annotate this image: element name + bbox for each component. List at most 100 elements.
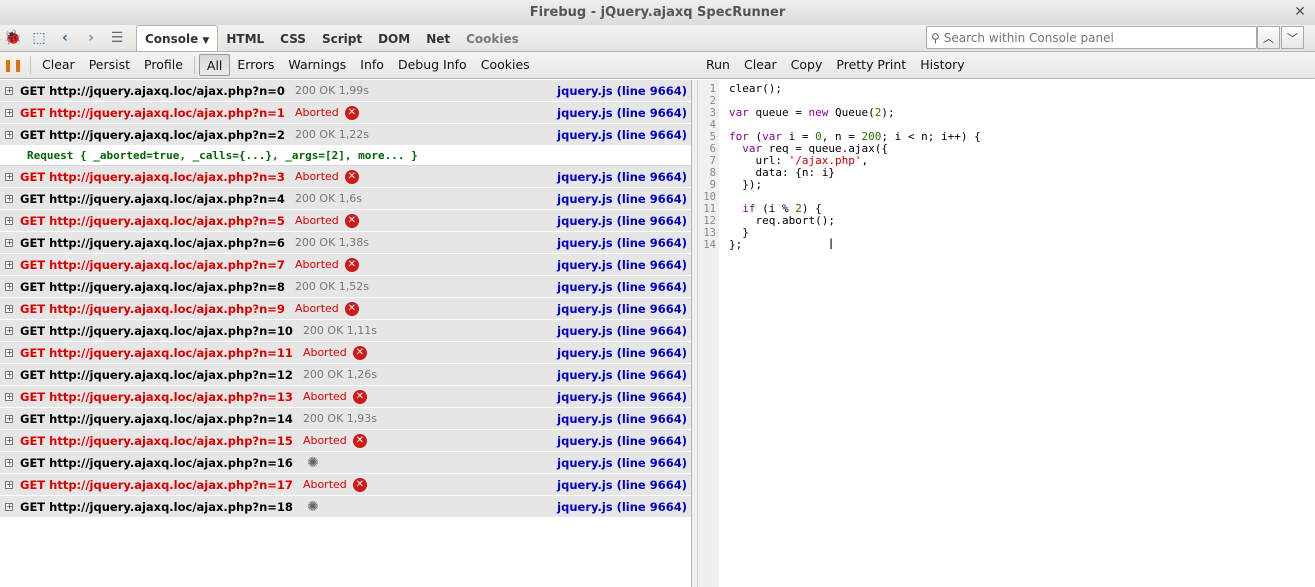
firebug-logo-icon[interactable]: 🐞: [0, 25, 26, 51]
run-button[interactable]: Run: [699, 54, 737, 76]
filter-info-button[interactable]: Info: [353, 54, 391, 76]
expand-toggle-icon[interactable]: +: [5, 348, 13, 357]
expand-toggle-icon[interactable]: +: [5, 458, 13, 467]
source-link[interactable]: jquery.js (line 9664): [557, 368, 687, 382]
console-row[interactable]: + GET http://jquery.ajaxq.loc/ajax.php?n=…: [0, 408, 691, 430]
console-row[interactable]: + GET http://jquery.ajaxq.loc/ajax.php?n=…: [0, 474, 691, 496]
request-url[interactable]: GET http://jquery.ajaxq.loc/ajax.php?n=0: [20, 84, 285, 98]
clear-button[interactable]: Clear: [35, 54, 82, 76]
expand-toggle-icon[interactable]: +: [5, 238, 13, 247]
break-on-errors-icon[interactable]: ❚❚: [0, 52, 26, 78]
expand-toggle-icon[interactable]: +: [5, 108, 13, 117]
tab-css[interactable]: CSS: [272, 27, 314, 51]
editor-clear-button[interactable]: Clear: [737, 54, 784, 76]
window-close-icon[interactable]: ✕: [1293, 5, 1307, 19]
search-prev-button[interactable]: ︿: [1257, 26, 1280, 49]
tab-dom[interactable]: DOM: [370, 27, 418, 51]
request-url[interactable]: GET http://jquery.ajaxq.loc/ajax.php?n=2: [20, 128, 285, 142]
history-button[interactable]: History: [913, 54, 971, 76]
console-row[interactable]: + GET http://jquery.ajaxq.loc/ajax.php?n=…: [0, 496, 691, 518]
source-link[interactable]: jquery.js (line 9664): [557, 500, 687, 514]
expand-toggle-icon[interactable]: +: [5, 392, 13, 401]
console-row[interactable]: + GET http://jquery.ajaxq.loc/ajax.php?n=…: [0, 166, 691, 188]
console-row[interactable]: + GET http://jquery.ajaxq.loc/ajax.php?n=…: [0, 452, 691, 474]
expand-toggle-icon[interactable]: +: [5, 502, 13, 511]
source-link[interactable]: jquery.js (line 9664): [557, 456, 687, 470]
code-area[interactable]: clear(); var queue = new Queue(2); for (…: [729, 83, 981, 251]
console-row[interactable]: + GET http://jquery.ajaxq.loc/ajax.php?n=…: [0, 254, 691, 276]
tab-html[interactable]: HTML: [218, 27, 272, 51]
command-editor[interactable]: 1 2 3 4 5 6 7 8 9 10 11 12 13 14 clear(); var queue =…: [698, 80, 1315, 587]
code-line[interactable]: req.abort();: [729, 215, 981, 227]
console-row[interactable]: + GET http://jquery.ajaxq.loc/ajax.php?n=…: [0, 232, 691, 254]
back-icon[interactable]: ‹: [52, 25, 78, 51]
request-url[interactable]: GET http://jquery.ajaxq.loc/ajax.php?n=3: [20, 170, 285, 184]
chevron-down-icon[interactable]: ▼: [202, 36, 209, 46]
expand-toggle-icon[interactable]: +: [5, 304, 13, 313]
request-url[interactable]: GET http://jquery.ajaxq.loc/ajax.php?n=5: [20, 214, 285, 228]
console-row[interactable]: + GET http://jquery.ajaxq.loc/ajax.php?n=…: [0, 102, 691, 124]
console-row[interactable]: + GET http://jquery.ajaxq.loc/ajax.php?n=…: [0, 320, 691, 342]
inspect-icon[interactable]: ⬚: [26, 25, 52, 51]
source-link[interactable]: jquery.js (line 9664): [557, 302, 687, 316]
console-row[interactable]: + GET http://jquery.ajaxq.loc/ajax.php?n=…: [0, 80, 691, 102]
expand-toggle-icon[interactable]: +: [5, 172, 13, 181]
filter-errors-button[interactable]: Errors: [230, 54, 281, 76]
console-row[interactable]: + GET http://jquery.ajaxq.loc/ajax.php?n=…: [0, 430, 691, 452]
request-url[interactable]: GET http://jquery.ajaxq.loc/ajax.php?n=1…: [20, 346, 293, 360]
source-link[interactable]: jquery.js (line 9664): [557, 170, 687, 184]
console-row[interactable]: + GET http://jquery.ajaxq.loc/ajax.php?n=…: [0, 210, 691, 232]
request-url[interactable]: GET http://jquery.ajaxq.loc/ajax.php?n=1: [20, 106, 285, 120]
request-url[interactable]: GET http://jquery.ajaxq.loc/ajax.php?n=1…: [20, 390, 293, 404]
source-link[interactable]: jquery.js (line 9664): [557, 390, 687, 404]
source-link[interactable]: jquery.js (line 9664): [557, 280, 687, 294]
command-line-icon[interactable]: ☰: [104, 25, 130, 51]
tab-cookies[interactable]: Cookies: [458, 27, 527, 51]
filter-all-button[interactable]: All: [198, 54, 231, 76]
source-link[interactable]: jquery.js (line 9664): [557, 434, 687, 448]
console-row[interactable]: + GET http://jquery.ajaxq.loc/ajax.php?n=…: [0, 124, 691, 146]
source-link[interactable]: jquery.js (line 9664): [557, 236, 687, 250]
filter-warnings-button[interactable]: Warnings: [281, 54, 353, 76]
request-url[interactable]: GET http://jquery.ajaxq.loc/ajax.php?n=9: [20, 302, 285, 316]
request-url[interactable]: GET http://jquery.ajaxq.loc/ajax.php?n=1…: [20, 434, 293, 448]
request-url[interactable]: GET http://jquery.ajaxq.loc/ajax.php?n=1…: [20, 500, 293, 514]
expand-toggle-icon[interactable]: +: [5, 370, 13, 379]
source-link[interactable]: jquery.js (line 9664): [557, 84, 687, 98]
search-input[interactable]: [943, 30, 1244, 45]
request-url[interactable]: GET http://jquery.ajaxq.loc/ajax.php?n=1…: [20, 412, 293, 426]
code-line[interactable]: data: {n: i}: [729, 167, 981, 179]
expand-toggle-icon[interactable]: +: [5, 282, 13, 291]
request-object-detail[interactable]: Request { _aborted=true, _calls={...}, _…: [0, 146, 691, 166]
request-url[interactable]: GET http://jquery.ajaxq.loc/ajax.php?n=1…: [20, 368, 293, 382]
console-row[interactable]: + GET http://jquery.ajaxq.loc/ajax.php?n=…: [0, 276, 691, 298]
request-url[interactable]: GET http://jquery.ajaxq.loc/ajax.php?n=4: [20, 192, 285, 206]
search-next-button[interactable]: ﹀: [1281, 26, 1304, 49]
filter-cookies-button[interactable]: Cookies: [474, 54, 537, 76]
source-link[interactable]: jquery.js (line 9664): [557, 128, 687, 142]
request-url[interactable]: GET http://jquery.ajaxq.loc/ajax.php?n=6: [20, 236, 285, 250]
expand-toggle-icon[interactable]: +: [5, 260, 13, 269]
console-row[interactable]: + GET http://jquery.ajaxq.loc/ajax.php?n=…: [0, 298, 691, 320]
filter-debug-info-button[interactable]: Debug Info: [391, 54, 474, 76]
persist-button[interactable]: Persist: [82, 54, 137, 76]
console-row[interactable]: + GET http://jquery.ajaxq.loc/ajax.php?n=…: [0, 386, 691, 408]
expand-toggle-icon[interactable]: +: [5, 130, 13, 139]
request-url[interactable]: GET http://jquery.ajaxq.loc/ajax.php?n=1…: [20, 324, 293, 338]
source-link[interactable]: jquery.js (line 9664): [557, 324, 687, 338]
source-link[interactable]: jquery.js (line 9664): [557, 192, 687, 206]
source-link[interactable]: jquery.js (line 9664): [557, 346, 687, 360]
code-line[interactable]: };: [729, 239, 981, 251]
source-link[interactable]: jquery.js (line 9664): [557, 258, 687, 272]
console-row[interactable]: + GET http://jquery.ajaxq.loc/ajax.php?n=…: [0, 342, 691, 364]
tab-console[interactable]: Console ▼: [136, 25, 219, 51]
expand-toggle-icon[interactable]: +: [5, 436, 13, 445]
request-url[interactable]: GET http://jquery.ajaxq.loc/ajax.php?n=7: [20, 258, 285, 272]
profile-button[interactable]: Profile: [137, 54, 190, 76]
pretty-print-button[interactable]: Pretty Print: [829, 54, 913, 76]
code-line[interactable]: clear();: [729, 83, 981, 95]
expand-toggle-icon[interactable]: +: [5, 414, 13, 423]
expand-toggle-icon[interactable]: +: [5, 480, 13, 489]
console-row[interactable]: + GET http://jquery.ajaxq.loc/ajax.php?n=…: [0, 188, 691, 210]
expand-toggle-icon[interactable]: +: [5, 194, 13, 203]
